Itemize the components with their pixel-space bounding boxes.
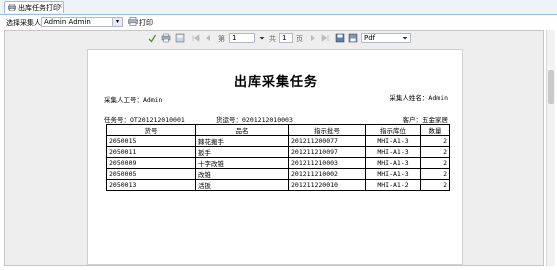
viewer-toolbar: 第 1 共 1 页 Pdf [145, 33, 425, 45]
report-title: 出库采集任务 [233, 75, 318, 90]
next-page-icon[interactable] [308, 33, 318, 44]
column-header: 数量 [420, 124, 450, 136]
cell-batch-no: 201211210097 [288, 146, 366, 158]
column-header: 品名 [195, 124, 289, 136]
tab-close-icon[interactable]: × [57, 2, 63, 10]
table-row: 2050015 棘花搬手 201211200077 MHI-A1-3 2 [106, 135, 450, 147]
table-row: 2050011 扳手 201211210097 MHI-A1-3 2 [106, 146, 450, 158]
table-row: 2050005 改锥 201211210002 MHI-A1-3 2 [106, 168, 450, 180]
cell-quantity: 2 [420, 179, 450, 191]
task-table: 货号 品名 指示批号 指示库位 数量 2050015 棘花搬手 20121120… [106, 124, 450, 191]
cell-item-name: 活扳 [195, 179, 289, 191]
report-viewer: 第 1 共 1 页 Pdf 出库采集任务 采集人工号：Admin 采集人姓名：A… [4, 30, 544, 266]
print-button[interactable]: 打印 [128, 17, 154, 27]
cell-quantity: 2 [420, 135, 450, 147]
print-page-icon[interactable] [161, 33, 171, 44]
collector-name: 采集人姓名：Admin [389, 94, 448, 102]
printer-icon [128, 17, 138, 26]
export-icon[interactable] [348, 33, 358, 44]
tab-outbound-task-print[interactable]: 出库任务打印 × [4, 1, 64, 13]
printer-icon [8, 3, 16, 12]
cell-item-no: 2050015 [106, 135, 196, 147]
cell-item-name: 扳手 [195, 146, 289, 158]
total-suffix: 页 [296, 35, 303, 43]
refresh-icon[interactable] [147, 33, 157, 44]
layout-icon[interactable] [175, 33, 185, 44]
cell-batch-no: 201211220010 [288, 179, 366, 191]
cell-quantity: 2 [420, 146, 450, 158]
last-page-icon[interactable] [320, 33, 330, 44]
collector-label: 选择采集人 [6, 19, 41, 27]
total-prefix: 共 [269, 35, 276, 43]
cell-quantity: 2 [420, 157, 450, 169]
collector-select[interactable]: Admin Admin ▾ [41, 17, 123, 27]
cell-quantity: 2 [420, 168, 450, 180]
column-header: 货号 [106, 124, 196, 136]
scrollbar-thumb[interactable] [548, 70, 554, 104]
cell-item-no: 2050011 [106, 146, 196, 158]
cell-location: MHI-A1-2 [365, 179, 421, 191]
table-header-row: 货号 品名 指示批号 指示库位 数量 [106, 124, 450, 136]
tab-strip: 出库任务打印 × [0, 0, 557, 15]
prev-page-icon[interactable] [203, 33, 213, 44]
cell-item-no: 2050013 [106, 179, 196, 191]
chevron-down-icon[interactable]: ▾ [112, 18, 122, 26]
format-dropdown-arrow-icon[interactable] [401, 33, 409, 44]
page-number-input[interactable]: 1 [229, 33, 255, 43]
print-button-label: 打印 [139, 19, 153, 27]
customer: 客户：五金家居 [402, 116, 449, 124]
cell-item-name: 棘花搬手 [195, 135, 289, 147]
total-pages-value: 1 [279, 33, 293, 43]
ship-number: 货运号：0201212010003 [216, 116, 293, 124]
cell-item-name: 十字改锥 [195, 157, 289, 169]
save-icon[interactable] [335, 33, 345, 44]
cell-location: MHI-A1-3 [365, 168, 421, 180]
cell-batch-no: 201211210002 [288, 168, 366, 180]
column-header: 指示批号 [288, 124, 366, 136]
filter-bar: 选择采集人 Admin Admin ▾ 打印 [0, 15, 557, 29]
collector-id: 采集人工号：Admin [104, 96, 163, 104]
table-row: 2050009 十字改锥 201211210003 MHI-A1-3 2 [106, 157, 450, 169]
task-number: 任务号：OT201212010001 [104, 116, 185, 124]
cell-item-no: 2050009 [106, 157, 196, 169]
cell-item-no: 2050005 [106, 168, 196, 180]
collector-select-value: Admin Admin [44, 18, 91, 26]
tab-label: 出库任务打印 [18, 4, 60, 12]
page-dropdown-arrow-icon[interactable] [258, 33, 266, 44]
cell-location: MHI-A1-3 [365, 157, 421, 169]
first-page-icon[interactable] [191, 33, 201, 44]
cell-batch-no: 201211210003 [288, 157, 366, 169]
cell-location: MHI-A1-3 [365, 135, 421, 147]
column-header: 指示库位 [365, 124, 421, 136]
cell-item-name: 改锥 [195, 168, 289, 180]
cell-batch-no: 201211200077 [288, 135, 366, 147]
page-prefix: 第 [218, 35, 225, 43]
vertical-scrollbar[interactable] [546, 30, 555, 266]
table-row: 2050013 活扳 201211220010 MHI-A1-2 2 [106, 179, 450, 191]
cell-location: MHI-A1-3 [365, 146, 421, 158]
report-page: 出库采集任务 采集人工号：Admin 采集人姓名：Admin 任务号：OT201… [87, 49, 463, 265]
